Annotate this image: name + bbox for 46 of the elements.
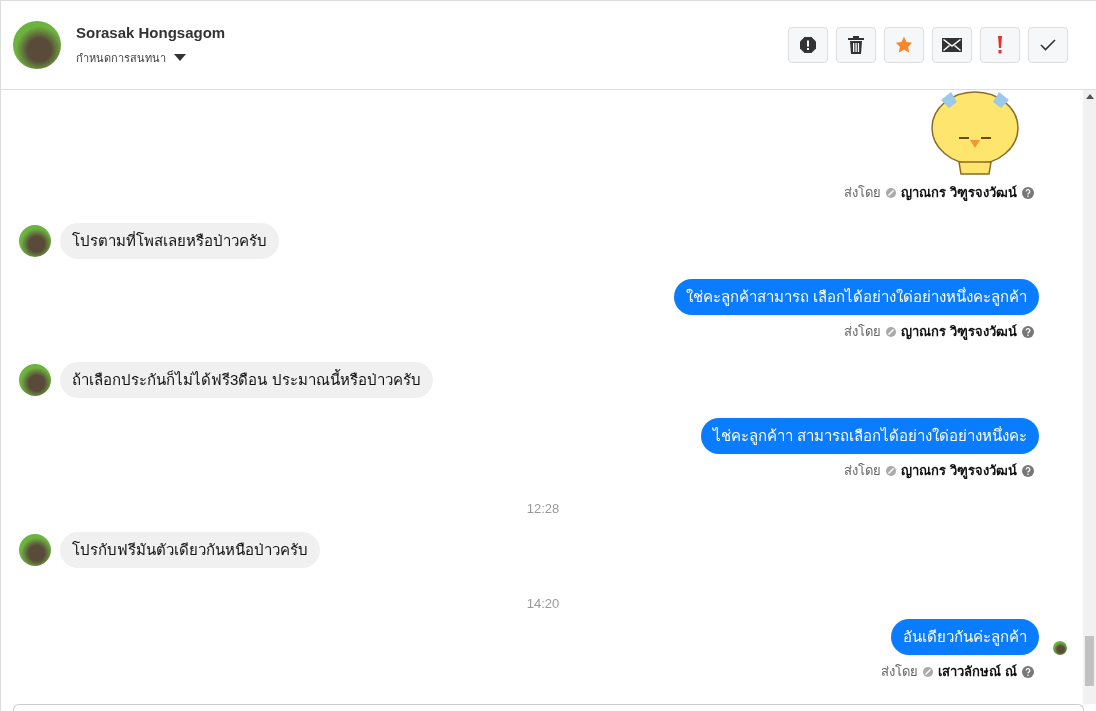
verified-icon <box>886 465 897 476</box>
verified-icon <box>886 326 897 337</box>
help-icon[interactable] <box>1022 464 1034 477</box>
star-icon <box>895 36 913 54</box>
caret-icon <box>174 53 186 62</box>
alert-icon <box>799 36 817 54</box>
help-icon[interactable] <box>1022 665 1034 678</box>
contact-avatar <box>19 534 51 566</box>
trash-icon <box>848 36 864 54</box>
star-button[interactable] <box>884 27 924 63</box>
outgoing-message: ใช่คะลูกค้าสามารถ เลือกได้อย่างใด่อย่างหนึ่งคะลูกค้า <box>673 279 1039 315</box>
trash-button[interactable] <box>836 27 876 63</box>
sent-by-label: ส่งโดย <box>844 184 882 202</box>
important-button[interactable] <box>980 27 1020 63</box>
contact-avatar <box>19 225 51 257</box>
sent-by-label: ส่งโดย <box>844 323 882 341</box>
exclamation-icon <box>997 36 1003 54</box>
incoming-message: โปรตามที่โพสเลยหรือป่าวครับ <box>60 223 279 259</box>
verified-icon <box>923 666 934 677</box>
outgoing-message: อันเดียวกันค่ะลูกค้า <box>891 619 1039 655</box>
incoming-message: ถ้าเลือกประกันก็ไม่ได้ฟรี3ดือน ประมาณนี้หรือป่าวครับ <box>60 362 433 398</box>
sent-by-label: ส่งโดย <box>844 462 882 480</box>
scrollbar-thumb[interactable] <box>1085 636 1094 686</box>
help-icon[interactable] <box>1022 186 1034 199</box>
alert-button[interactable] <box>788 27 828 63</box>
sender-name: ญาณกร วิฑูรจงวัฒน์ <box>901 323 1017 342</box>
assign-conversation-dropdown[interactable]: กำหนดการสนทนา <box>76 48 226 67</box>
checkmark-icon <box>1040 39 1056 51</box>
sender-name: ญาณกร วิฑูรจงวัฒน์ <box>901 184 1017 203</box>
contact-name: Sorasak Hongsagom <box>76 23 226 41</box>
verified-icon <box>886 187 897 198</box>
sent-by-label: ส่งโดย <box>881 663 919 681</box>
done-button[interactable] <box>1028 27 1068 63</box>
scroll-up-arrow-icon[interactable] <box>1085 94 1094 99</box>
mail-icon <box>942 38 962 52</box>
incoming-message: โปรกับฟรีมันตัวเดียวกันหนือป่าวครับ <box>60 532 320 568</box>
help-icon[interactable] <box>1022 325 1034 338</box>
contact-avatar <box>13 21 61 69</box>
sender-name: ญาณกร วิฑูรจงวัฒน์ <box>901 462 1017 481</box>
mail-button[interactable] <box>932 27 972 63</box>
sender-name: เสาวลักษณ์ ณ์ <box>938 663 1017 681</box>
contact-avatar <box>19 364 51 396</box>
seen-avatar <box>1053 641 1067 655</box>
timestamp: 14:20 <box>525 596 561 611</box>
timestamp: 12:28 <box>525 501 561 516</box>
outgoing-message: ไช่คะลูกค้าา สามารถเลือกได้อย่างใด่อย่างหนึ่งคะ <box>700 418 1039 454</box>
